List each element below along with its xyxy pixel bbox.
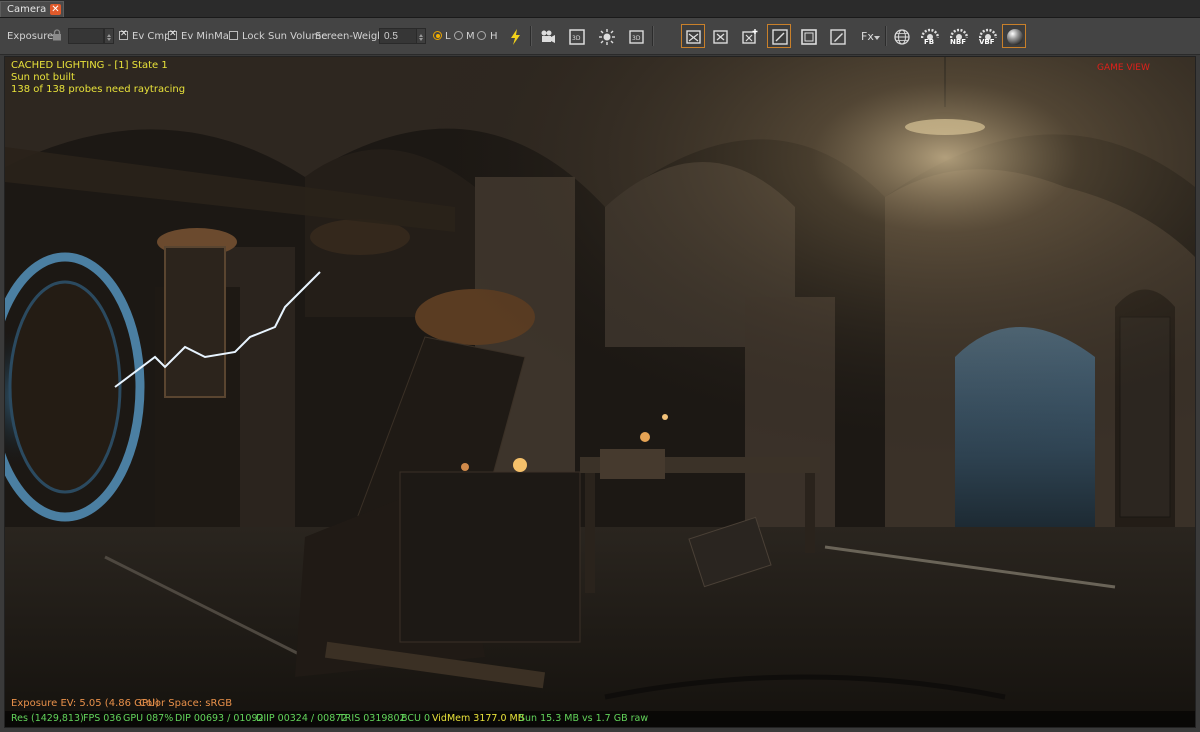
svg-text:3D: 3D [572,35,581,42]
stat-res: Res (1429,813) [11,713,84,724]
lightning-icon [511,29,520,45]
sun-button[interactable] [594,24,618,48]
pencil-icon [830,29,846,45]
stat-bcu: BCU 0 [401,713,431,724]
material-sphere-button[interactable] [1002,24,1026,48]
cross-box-button[interactable] [708,24,732,48]
lock-icon[interactable] [52,29,62,41]
color-space-info: Color Space: sRGB [139,698,233,709]
edit-button[interactable] [825,24,849,48]
stat-fps: FPS 036 [83,713,122,724]
stat-tris: TRIS 0319802 [339,713,406,724]
stat-vidmem: VidMem 3177.0 MB [432,713,525,724]
add-box-button[interactable] [737,24,761,48]
stats-bar: Res (1429,813) FPS 036 GPU 087% DIP 0069… [5,711,1195,727]
cross-box-icon [713,30,728,44]
tab-bar: Camera ✕ [0,0,1200,18]
tab-label: Camera [7,4,47,15]
lighting-status-line: CACHED LIGHTING - [1] State 1 [11,60,168,71]
sun-status-line: Sun not built [11,72,75,83]
stat-sun: Sun 15.3 MB vs 1.7 GB raw [519,713,649,724]
render-3d-button[interactable]: 3D [564,24,588,48]
scene-render [5,57,1195,727]
exposure-label: Exposure [7,31,54,42]
camera-3d-icon [541,30,555,43]
lightning-button[interactable] [503,24,527,48]
wire-3d-icon [686,30,701,44]
ev-cmp-label: Ev Cmp [132,31,171,42]
frame-button[interactable] [796,24,820,48]
game-viewport[interactable]: CACHED LIGHTING - [1] State 1 Sun not bu… [4,56,1196,728]
ev-minmax-label: Ev MinMax [181,31,235,42]
fb-button[interactable]: FB [917,24,941,48]
sphere-grid-icon [894,29,910,45]
sphere-grid-button[interactable] [889,24,913,48]
camera-3d-button[interactable] [535,24,559,48]
material-sphere-icon [1007,29,1023,45]
stat-diip: DIIP 00324 / 00872 [256,713,348,724]
screen-weight-label: Screen-Weight [315,31,388,42]
chevron-down-icon [874,36,880,40]
ev-minmax-checkbox[interactable] [168,29,177,40]
close-icon[interactable]: ✕ [50,4,61,15]
select-3d-icon [772,29,788,45]
sun-icon [599,29,615,45]
svg-text:3D: 3D [632,35,641,42]
camera-toolbar: Exposure Ev Cmp Ev MinMax Lock Sun Volum… [0,18,1200,55]
view-3d-icon: 3D [629,30,644,44]
nbf-label: NBF [950,38,966,46]
add-box-icon [742,29,758,44]
vbf-button[interactable]: VBF [975,24,999,48]
quality-radio-m[interactable] [454,31,463,40]
game-view-label: GAME VIEW [1097,63,1150,73]
lock-sun-checkbox[interactable] [229,31,238,40]
frame-icon [801,29,817,45]
exposure-info: Exposure EV: 5.05 (4.86 GPU) [11,698,160,709]
stat-gpu: GPU 087% [123,713,174,724]
view-3d-button[interactable]: 3D [624,24,648,48]
quality-h-label: H [490,31,498,42]
nbf-button[interactable]: NBF [946,24,970,48]
exposure-input[interactable] [68,28,104,44]
fx-button[interactable]: Fx [856,24,884,48]
screen-weight-input[interactable] [379,28,417,44]
tab-camera[interactable]: Camera ✕ [0,1,64,17]
quality-l-label: L [445,31,451,42]
ev-cmp-checkbox[interactable] [119,29,128,40]
select-3d-button[interactable] [767,24,791,48]
stat-dip: DIP 00693 / 01092 [175,713,264,724]
fb-label: FB [924,38,935,46]
fx-label: Fx [861,30,874,43]
render-3d-icon: 3D [569,29,585,45]
vbf-label: VBF [979,38,995,46]
quality-radio-h[interactable] [477,31,486,40]
screen-weight-spinner[interactable] [416,28,426,44]
probes-status-line: 138 of 138 probes need raytracing [11,84,186,95]
quality-m-label: M [466,31,475,42]
exposure-spinner[interactable] [104,28,114,44]
quality-radio-l[interactable] [433,31,442,40]
wire-3d-button[interactable] [681,24,705,48]
